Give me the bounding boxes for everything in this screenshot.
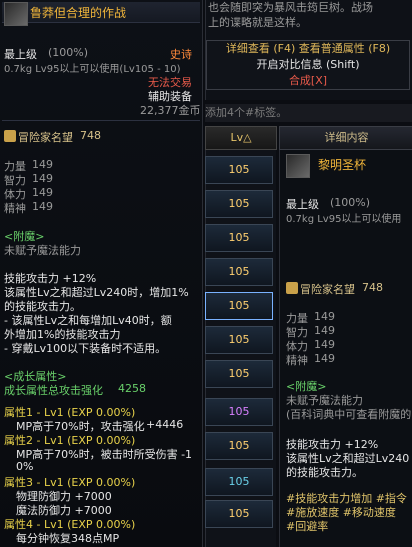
flavor-text: 也会随即突为暴风击筠巨树。战场 上的谍略就是这样。 (208, 0, 412, 33)
stat-value: 149 (32, 158, 53, 171)
compose-button[interactable]: 合成[X] (207, 73, 409, 89)
stat-value: 149 (32, 200, 53, 213)
compare-enchant-sub: (百科词典中可查看附魔的 (286, 408, 412, 421)
stat-name: 精神 (4, 202, 26, 215)
growth-desc: 成长属性总攻击强化 (4, 384, 103, 397)
attr-detail: 每分钟恢复348点MP (16, 532, 120, 545)
compare-stat-value: 149 (314, 310, 335, 323)
flavor-line: 也会随即突为暴风击筠巨树。战场 (208, 1, 373, 14)
growth-value: 4258 (118, 382, 146, 395)
compare-stat-value: 149 (314, 338, 335, 351)
list-item[interactable]: 105 (205, 432, 273, 460)
detail-view-button[interactable]: 详细查看 (F4) 查看普通属性 (F8) (207, 41, 409, 57)
adventurer-badge-icon (4, 130, 16, 142)
compare-weight-req: 0.7kg Lv95以上可以使用 (286, 214, 402, 225)
list-item[interactable]: 105 (205, 258, 273, 286)
level-sort-header[interactable]: Lv△ (205, 126, 277, 150)
list-item[interactable]: 105 (205, 500, 273, 528)
detail-header: 详细内容 (279, 126, 412, 150)
attr-extra: 0% (16, 460, 34, 473)
compare-tag-line: #回避率 (286, 520, 329, 533)
compare-item-title: 黎明圣杯 (318, 158, 367, 172)
item-level-pct: (100%) (48, 46, 89, 59)
tag-placeholder: 添加4个#标签。 (205, 106, 288, 119)
divider (2, 120, 200, 121)
compare-stat-value: 149 (314, 324, 335, 337)
stat-value: 149 (32, 186, 53, 199)
item-title: 鲁莽但合理的作战 (30, 6, 127, 20)
item-price: 22,377金币 (140, 104, 201, 117)
compare-stat-name: 精神 (286, 354, 308, 367)
stat-value: 149 (32, 172, 53, 185)
adventurer-badge-icon (286, 282, 298, 294)
list-item[interactable]: 105 (205, 292, 273, 320)
compare-item-icon (286, 154, 310, 178)
adventurer-label: 冒险家名望 (18, 131, 73, 144)
tag-input[interactable]: 添加4个#标签。 (205, 104, 412, 122)
compare-level-pct: (100%) (330, 196, 371, 209)
compare-skill-line: 的技能攻击力。 (286, 466, 363, 479)
list-item[interactable]: 105 (205, 156, 273, 184)
list-item[interactable]: 105 (205, 468, 273, 496)
skill-line: - 穿戴Lv100以下装备时不适用。 (4, 342, 167, 355)
list-item[interactable]: 105 (205, 360, 273, 388)
enchant-desc: 未赋予魔法能力 (4, 244, 81, 257)
attr-detail: MP高于70%时，被击时所受伤害 -1 (16, 448, 193, 461)
adventurer-value: 748 (80, 129, 101, 142)
attr-extra: +4446 (146, 418, 184, 431)
item-icon (4, 2, 28, 26)
compare-adventurer-label: 冒险家名望 (300, 283, 355, 296)
flavor-line: 上的谍略就是这样。 (208, 16, 307, 29)
item-weight-req: 0.7kg Lv95以上可以使用(Lv105 - 10) (4, 64, 181, 75)
list-item[interactable]: 105 (205, 224, 273, 252)
action-button-group: 详细查看 (F4) 查看普通属性 (F8) 开启对比信息 (Shift) 合成[… (206, 40, 410, 90)
compare-stat-value: 149 (314, 352, 335, 365)
list-item[interactable]: 105 (205, 398, 273, 426)
list-item[interactable]: 105 (205, 190, 273, 218)
compare-adventurer-value: 748 (362, 281, 383, 294)
list-item[interactable]: 105 (205, 326, 273, 354)
compare-toggle-button[interactable]: 开启对比信息 (Shift) (207, 57, 409, 73)
